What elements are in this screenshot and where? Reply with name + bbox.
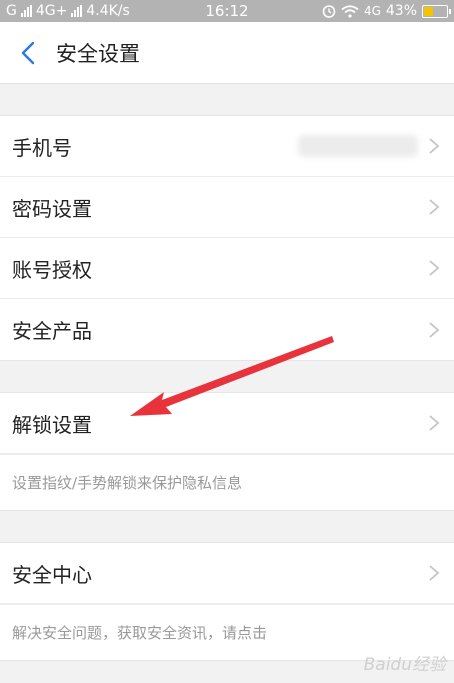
battery-percent: 43% bbox=[385, 3, 417, 19]
wifi-icon bbox=[341, 4, 359, 18]
row-label: 密码设置 bbox=[12, 196, 92, 221]
page-title: 安全设置 bbox=[56, 41, 140, 66]
back-button[interactable] bbox=[0, 22, 56, 84]
network-label-2: 4G bbox=[363, 4, 381, 18]
blurred-phone-number bbox=[298, 135, 418, 157]
chevron-left-icon bbox=[21, 41, 35, 64]
row-label: 手机号 bbox=[12, 135, 72, 160]
row-authorization[interactable]: 账号授权 bbox=[0, 238, 454, 299]
unlock-description: 设置指纹/手势解锁来保护隐私信息 bbox=[0, 454, 454, 510]
chevron-right-icon bbox=[429, 260, 440, 276]
title-bar: 安全设置 bbox=[0, 22, 454, 84]
watermark: Baidu经验 bbox=[363, 655, 446, 675]
chevron-right-icon bbox=[429, 565, 440, 581]
row-phone[interactable]: 手机号 bbox=[0, 116, 454, 177]
row-unlock-settings[interactable]: 解锁设置 bbox=[0, 393, 454, 454]
speed-label: 4.4K/s bbox=[86, 3, 130, 19]
row-password[interactable]: 密码设置 bbox=[0, 177, 454, 238]
chevron-right-icon bbox=[429, 321, 440, 338]
row-label: 安全产品 bbox=[12, 319, 92, 343]
signal-icon-2 bbox=[71, 5, 83, 17]
settings-group-account: 手机号 密码设置 账号授权 安全产品 bbox=[0, 115, 454, 361]
battery-icon bbox=[422, 4, 451, 18]
status-bar: G 4G+ 4.4K/s 16:12 4G 43% bbox=[0, 0, 454, 22]
row-label: 账号授权 bbox=[12, 257, 92, 282]
network-label: 4G+ bbox=[35, 3, 68, 19]
carrier-label: G bbox=[6, 3, 17, 19]
chevron-right-icon bbox=[429, 138, 440, 154]
row-security-products[interactable]: 安全产品 bbox=[0, 299, 454, 360]
row-label: 安全中心 bbox=[12, 562, 92, 587]
status-left: G 4G+ 4.4K/s bbox=[6, 3, 130, 19]
row-security-center[interactable]: 安全中心 bbox=[0, 543, 454, 604]
chevron-right-icon bbox=[429, 415, 440, 431]
row-label: 解锁设置 bbox=[12, 412, 92, 437]
settings-group-unlock: 解锁设置 设置指纹/手势解锁来保护隐私信息 bbox=[0, 392, 454, 511]
status-right: 4G 43% bbox=[322, 3, 451, 19]
settings-group-security-center: 安全中心 解决安全问题，获取安全资讯，请点击 bbox=[0, 542, 454, 661]
alarm-icon bbox=[322, 5, 336, 18]
signal-icon bbox=[20, 5, 32, 17]
chevron-right-icon bbox=[429, 199, 440, 215]
